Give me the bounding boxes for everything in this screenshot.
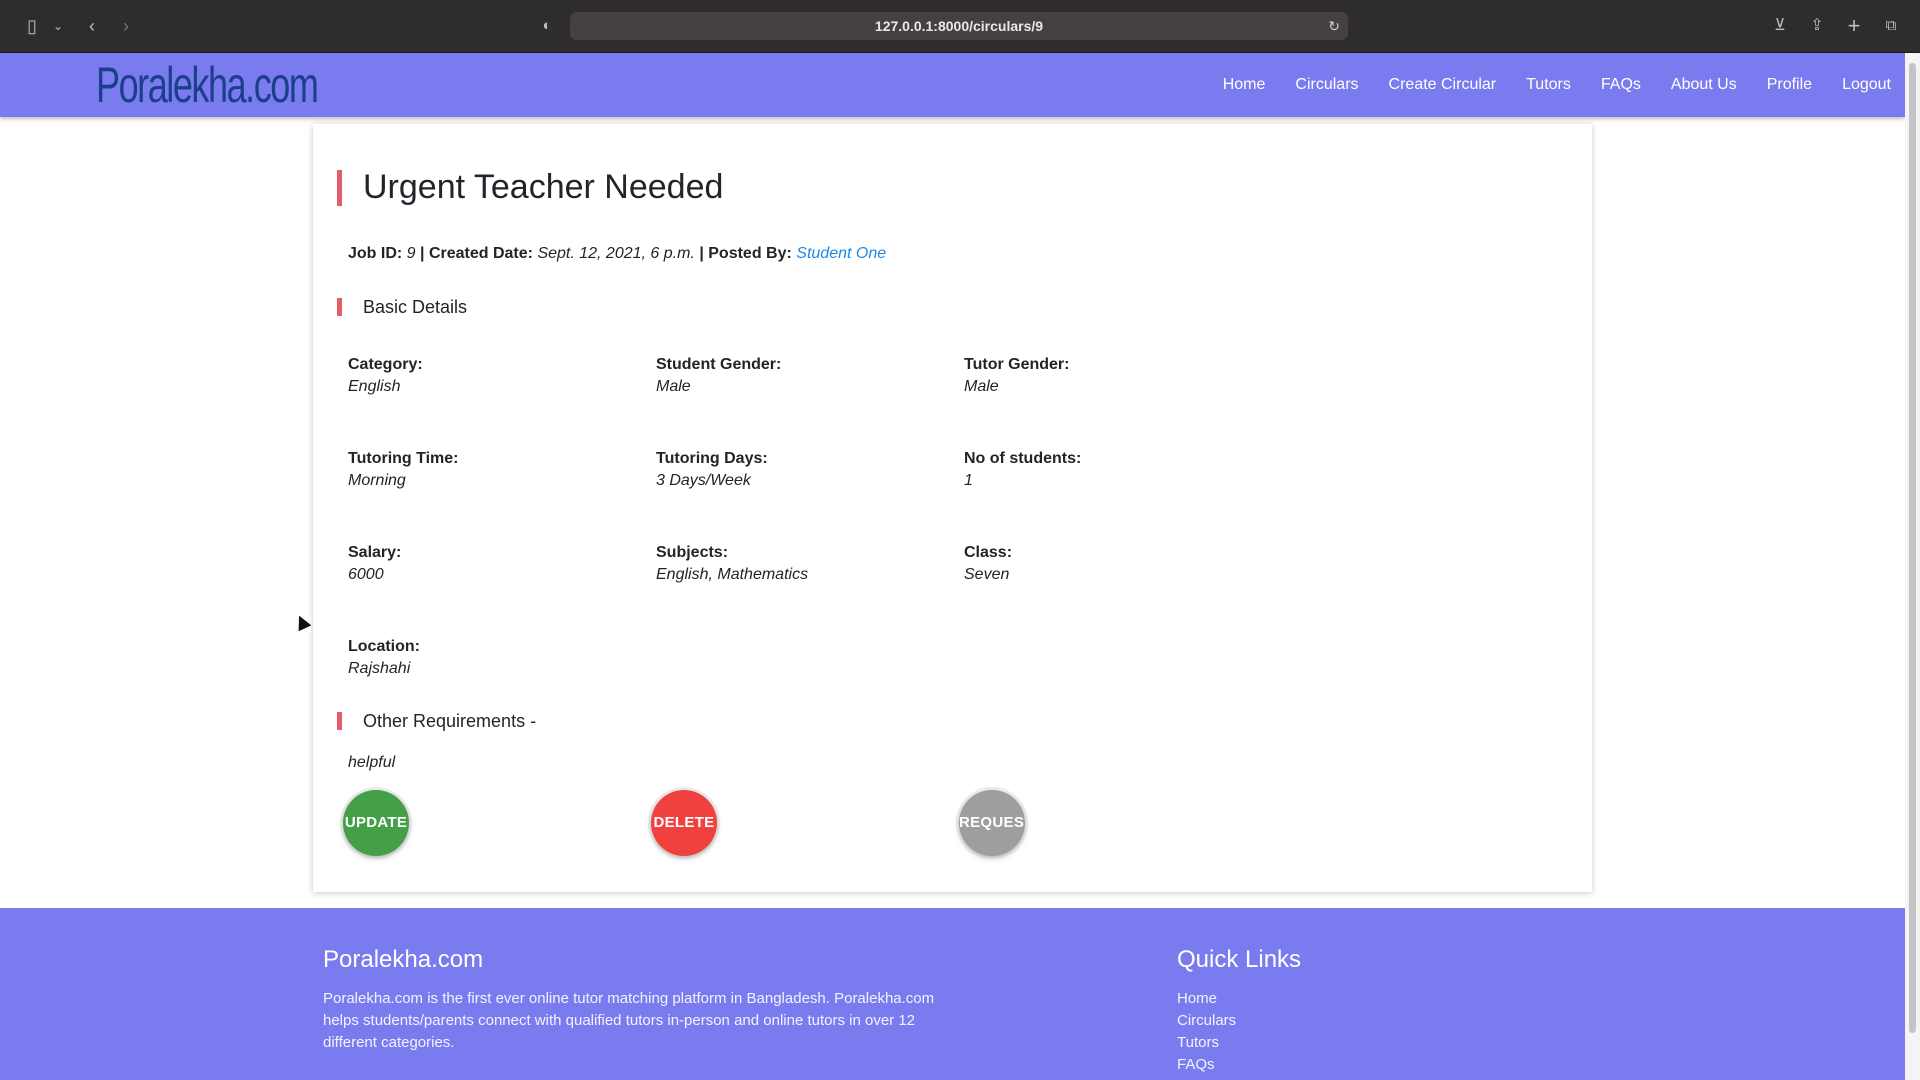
field-location: Location: Rajshahi [348,636,420,680]
quick-link-faqs[interactable]: FAQs [1177,1054,1236,1076]
field-class: Class: Seven [964,542,1012,586]
nav-home[interactable]: Home [1223,76,1266,94]
mouse-cursor-icon [292,612,312,632]
field-label: Subjects: [656,544,729,561]
circular-title: Urgent Teacher Needed [363,168,724,206]
field-no-of-students: No of students: 1 [964,448,1081,492]
other-requirements-heading: Other Requirements - [363,711,537,731]
nav-about-us[interactable]: About Us [1671,76,1737,94]
job-id-value: 9 [406,245,416,262]
circular-meta: Job ID: 9 | Created Date: Sept. 12, 2021… [348,245,886,263]
site-navbar: Poralekha.com Home Circulars Create Circ… [0,53,1905,117]
site-logo[interactable]: Poralekha.com [96,55,319,115]
update-button[interactable]: UPDATE [343,790,409,856]
nav-faqs[interactable]: FAQs [1601,76,1641,94]
field-value: English, Mathematics [656,566,809,583]
new-tab-icon[interactable]: + [1842,14,1866,38]
quick-links-heading: Quick Links [1177,946,1302,973]
section-accent-bar [337,298,342,316]
field-student-gender: Student Gender: Male [656,354,781,398]
field-value: 6000 [348,566,384,583]
field-label: No of students: [964,450,1082,467]
created-date-label: | Created Date: [420,245,533,262]
field-value: English [348,378,401,395]
field-label: Class: [964,544,1013,561]
nav-links: Home Circulars Create Circular Tutors FA… [1223,53,1905,117]
back-icon[interactable]: ‹ [80,14,104,38]
created-date-value: Sept. 12, 2021, 6 p.m. [537,245,695,262]
field-subjects: Subjects: English, Mathematics [656,542,808,586]
footer-brand: Poralekha.com [323,946,484,973]
title-accent-bar [337,170,342,206]
scrollbar-thumb[interactable] [1909,63,1916,1033]
quick-links-list: Home Circulars Tutors FAQs [1177,988,1236,1076]
posted-by-link[interactable]: Student One [796,245,886,262]
download-icon[interactable]: ⊻ [1768,14,1792,38]
nav-tutors[interactable]: Tutors [1526,76,1571,94]
field-category: Category: English [348,354,423,398]
posted-by-label: | Posted By: [699,245,792,262]
field-value: Seven [964,566,1010,583]
quick-link-circulars[interactable]: Circulars [1177,1010,1236,1032]
field-tutor-gender: Tutor Gender: Male [964,354,1069,398]
field-label: Location: [348,638,420,655]
request-button[interactable]: REQUEST [959,790,1025,856]
field-value: 1 [964,472,973,489]
field-salary: Salary: 6000 [348,542,401,586]
footer-description: Poralekha.com is the first ever online t… [323,990,935,1051]
field-label: Tutor Gender: [964,356,1070,373]
chevron-down-icon[interactable]: ⌄ [46,14,70,38]
url-text: 127.0.0.1:8000/circulars/9 [874,18,1044,34]
tab-overview-icon[interactable]: ⧉ [1879,14,1903,38]
sidebar-toggle-icon[interactable]: ▯ [20,14,44,38]
nav-profile[interactable]: Profile [1767,76,1812,94]
reload-icon[interactable]: ↻ [1328,12,1340,40]
field-label: Category: [348,356,423,373]
site-footer: Poralekha.com Poralekha.com is the first… [0,908,1905,1080]
field-label: Tutoring Time: [348,450,459,467]
share-icon[interactable]: ⇪ [1805,14,1829,38]
other-requirements-text: helpful [348,754,396,771]
field-tutoring-days: Tutoring Days: 3 Days/Week [656,448,768,492]
field-value: Male [964,378,999,395]
basic-details-heading: Basic Details [363,297,468,317]
address-bar[interactable]: 127.0.0.1:8000/circulars/9 ↻ [570,12,1348,40]
field-value: 3 Days/Week [656,472,751,489]
field-value: Male [656,378,691,395]
delete-button[interactable]: DELETE [651,790,717,856]
nav-create-circular[interactable]: Create Circular [1389,76,1497,94]
field-tutoring-time: Tutoring Time: Morning [348,448,459,492]
nav-logout[interactable]: Logout [1842,76,1891,94]
section-accent-bar [337,712,342,730]
forward-icon[interactable]: › [114,14,138,38]
nav-circulars[interactable]: Circulars [1295,76,1358,94]
page-scrollbar[interactable] [1905,53,1920,1080]
circular-card: Urgent Teacher Needed Job ID: 9 | Create… [313,124,1592,892]
quick-link-home[interactable]: Home [1177,988,1236,1010]
field-label: Tutoring Days: [656,450,768,467]
field-value: Morning [348,472,406,489]
shield-icon[interactable]: ◐ [535,14,559,38]
quick-link-tutors[interactable]: Tutors [1177,1032,1236,1054]
browser-toolbar: ▯ ⌄ ‹ › ◐ 127.0.0.1:8000/circulars/9 ↻ ⊻… [0,0,1920,53]
field-label: Student Gender: [656,356,782,373]
job-id-label: Job ID: [348,245,403,262]
field-label: Salary: [348,544,402,561]
field-value: Rajshahi [348,660,411,677]
